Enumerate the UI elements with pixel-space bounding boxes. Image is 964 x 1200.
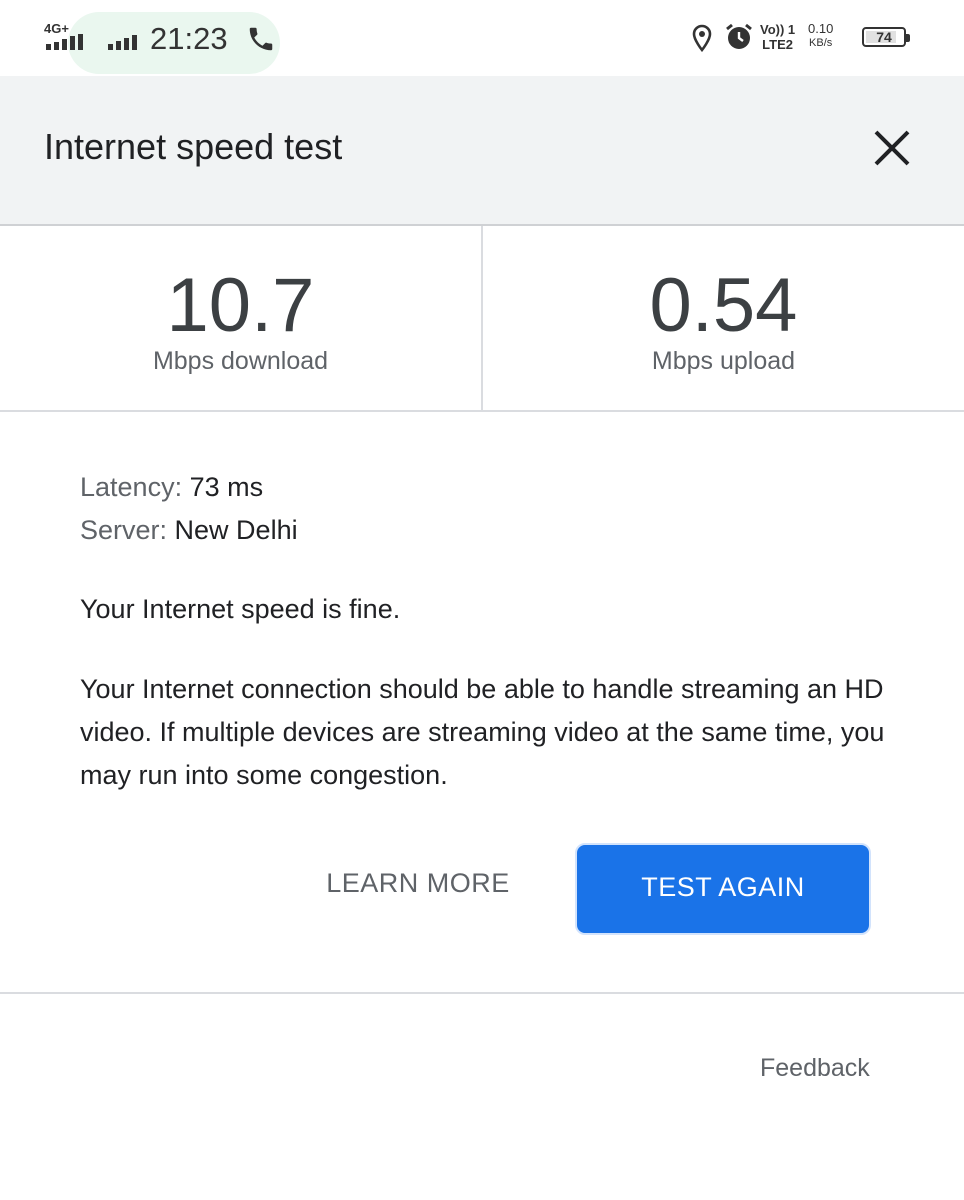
server-value: New Delhi bbox=[174, 515, 298, 545]
location-icon bbox=[692, 24, 712, 52]
alarm-icon bbox=[726, 23, 752, 49]
latency-row: Latency: 73 ms bbox=[80, 466, 900, 509]
clock: 21:23 bbox=[150, 21, 228, 56]
learn-more-button[interactable]: LEARN MORE bbox=[318, 850, 518, 920]
speed-description: Your Internet connection should be able … bbox=[80, 674, 885, 790]
close-button[interactable] bbox=[866, 122, 918, 174]
battery-level: 74 bbox=[876, 29, 892, 45]
download-value: 10.7 bbox=[166, 263, 315, 348]
page-title: Internet speed test bbox=[44, 126, 343, 167]
network-speed: 0.10 KB/s bbox=[808, 21, 834, 50]
test-details: Latency: 73 ms Server: New Delhi bbox=[80, 466, 900, 552]
download-label: Mbps download bbox=[152, 347, 329, 375]
signal-icon bbox=[108, 35, 137, 50]
battery-icon: 74 bbox=[862, 27, 910, 47]
close-icon bbox=[874, 130, 910, 166]
latency-value: 73 ms bbox=[189, 472, 264, 502]
dialog-header: Internet speed test bbox=[0, 76, 964, 226]
feedback-link[interactable]: Feedback bbox=[760, 1052, 870, 1084]
speed-verdict: Your Internet speed is fine. bbox=[80, 594, 401, 624]
speed-metrics: 10.7 Mbps download 0.54 Mbps upload bbox=[0, 226, 964, 412]
latency-label: Latency: bbox=[80, 472, 183, 502]
test-again-button[interactable]: TEST AGAIN bbox=[575, 843, 871, 935]
download-metric: 10.7 Mbps download bbox=[0, 226, 481, 410]
server-row: Server: New Delhi bbox=[80, 509, 900, 552]
upload-value: 0.54 bbox=[649, 263, 798, 348]
upload-label: Mbps upload bbox=[651, 347, 796, 375]
volte-indicator: Vo)) 1 LTE2 bbox=[760, 22, 796, 52]
status-bar: 4G+ 21:23 Vo)) 1 LTE2 0.10 KB/s 74 bbox=[0, 0, 964, 76]
phone-icon bbox=[249, 27, 273, 51]
upload-metric: 0.54 Mbps upload bbox=[483, 226, 964, 410]
divider bbox=[0, 992, 964, 994]
signal-icon bbox=[46, 34, 83, 50]
server-label: Server: bbox=[80, 515, 168, 545]
